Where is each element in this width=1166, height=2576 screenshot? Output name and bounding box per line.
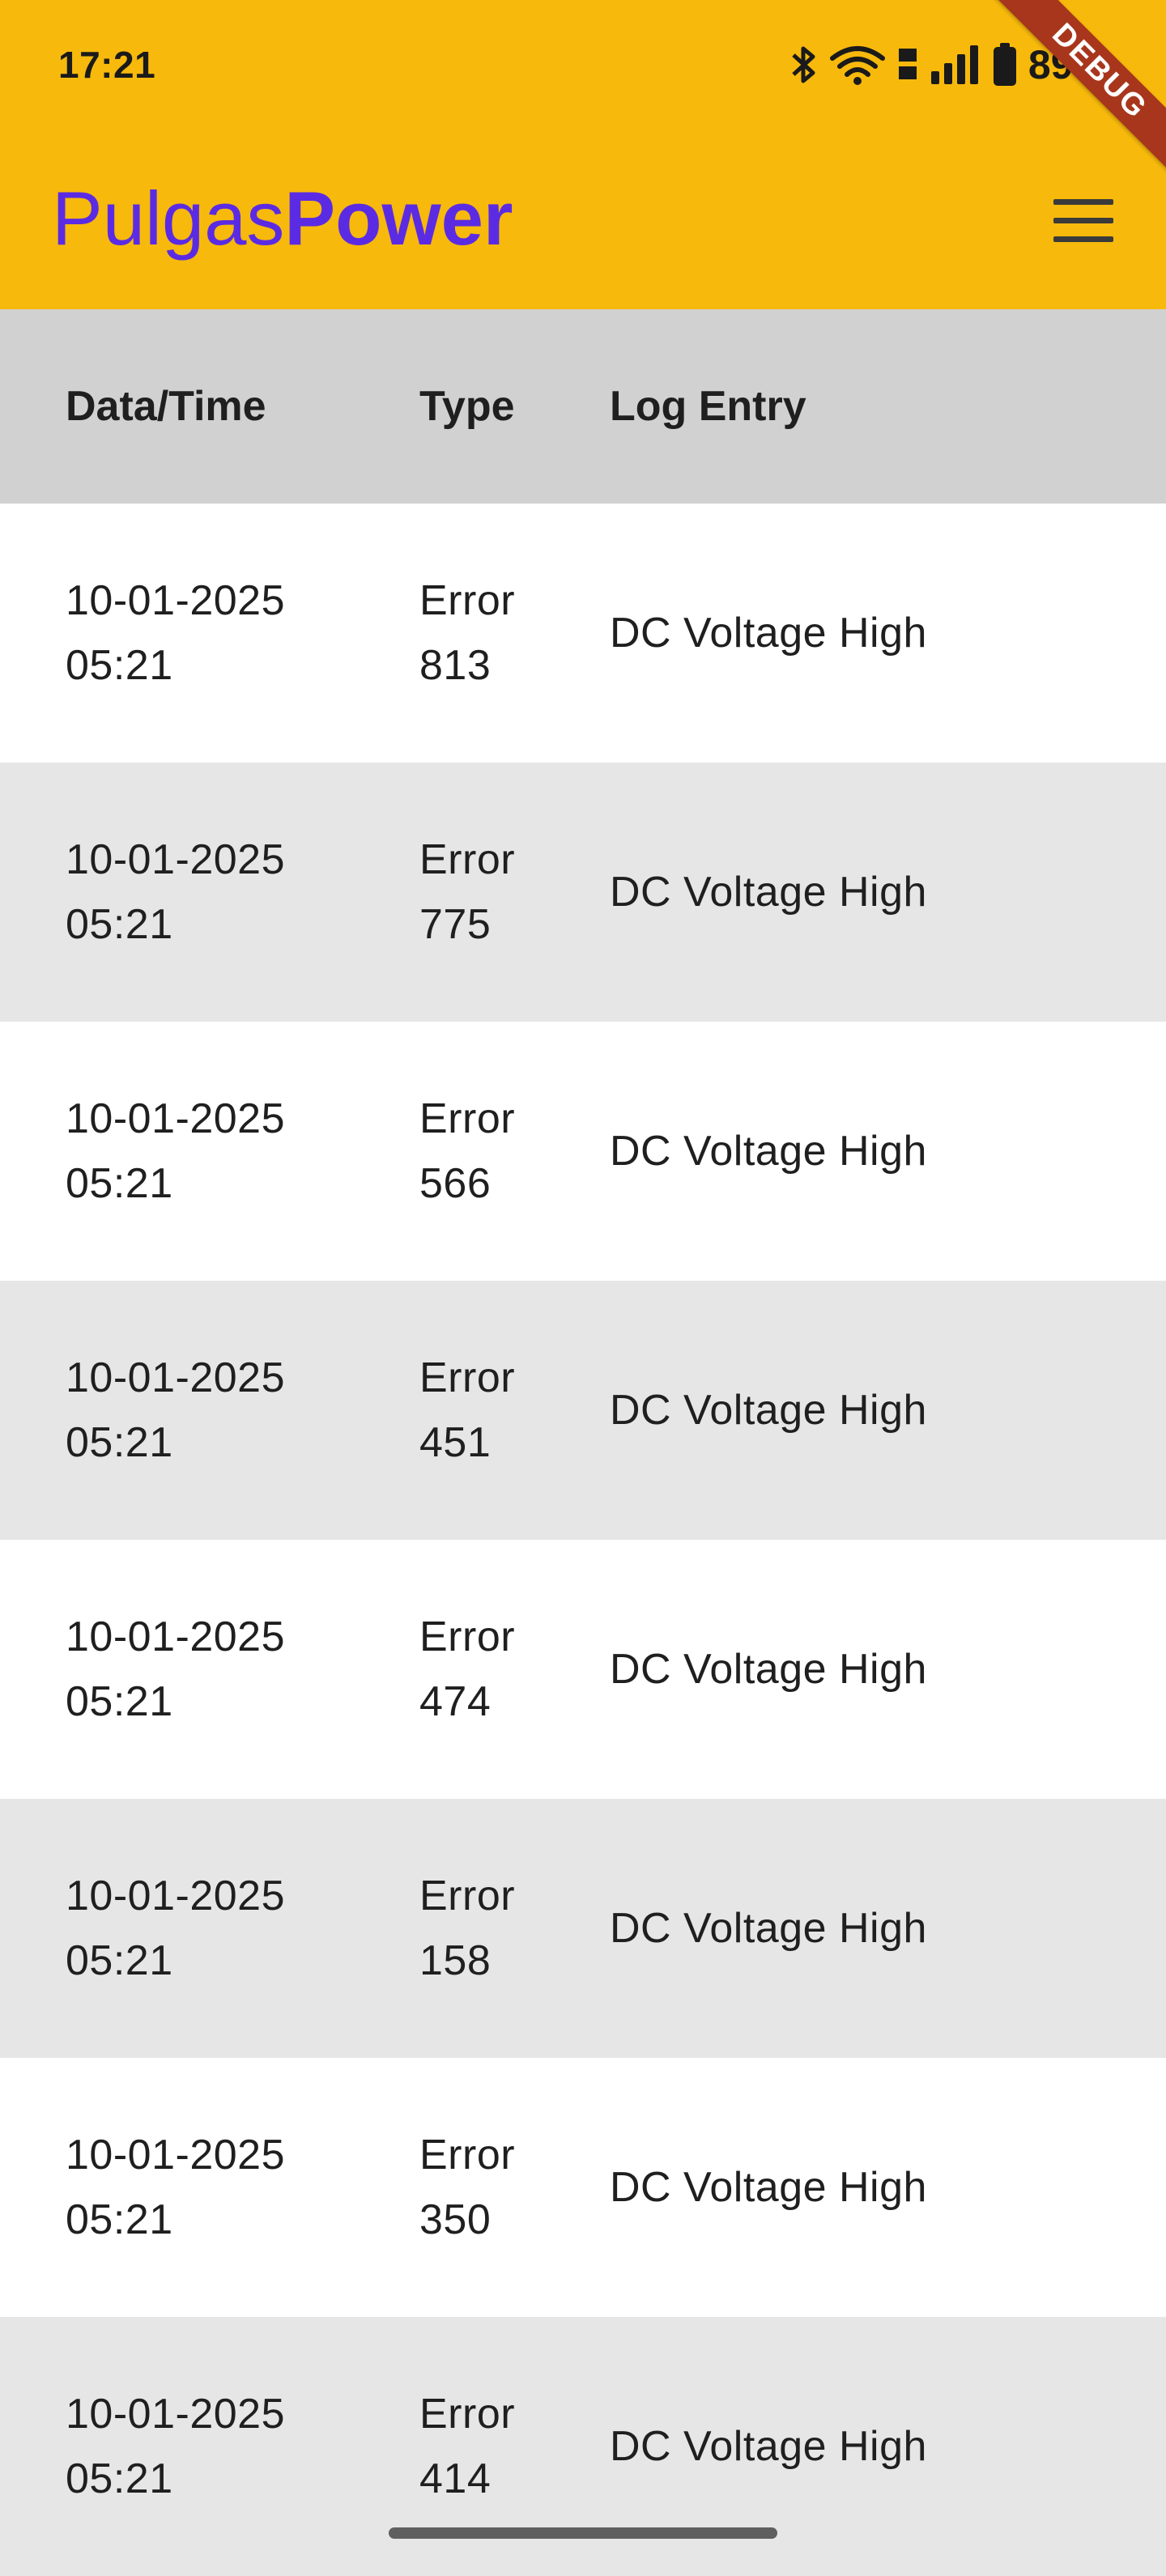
row-type-label: Error xyxy=(419,836,516,883)
row-error-code: 813 xyxy=(419,642,492,689)
row-error-code: 158 xyxy=(419,1937,492,1984)
row-type-label: Error xyxy=(419,577,516,624)
row-log-entry: DC Voltage High xyxy=(610,1387,927,1434)
table-row: 10-01-2025 05:21 Error 474 DC Voltage Hi… xyxy=(0,1540,1166,1799)
row-log-entry: DC Voltage High xyxy=(610,2164,927,2211)
row-date-time: 10-01-2025 05:21 xyxy=(66,1605,285,1734)
row-type-label: Error xyxy=(419,2132,516,2179)
row-type: Error 451 xyxy=(419,1345,515,1475)
row-date: 10-01-2025 xyxy=(66,1613,285,1660)
table-row: 10-01-2025 05:21 Error 813 DC Voltage Hi… xyxy=(0,504,1166,763)
row-date-time: 10-01-2025 05:21 xyxy=(66,1086,285,1216)
app-title-regular: Pulgas xyxy=(52,176,285,261)
row-date: 10-01-2025 xyxy=(66,836,285,883)
row-error-code: 775 xyxy=(419,901,492,948)
table-row: 10-01-2025 05:21 Error 350 DC Voltage Hi… xyxy=(0,2058,1166,2317)
row-type-label: Error xyxy=(419,1613,516,1660)
row-type: Error 350 xyxy=(419,2123,515,2252)
volte-icon xyxy=(897,44,918,86)
row-date: 10-01-2025 xyxy=(66,1095,285,1142)
row-error-code: 414 xyxy=(419,2455,492,2502)
row-time: 05:21 xyxy=(66,1678,173,1725)
row-log-entry: DC Voltage High xyxy=(610,869,927,916)
row-type: Error 775 xyxy=(419,827,515,957)
row-date-time: 10-01-2025 05:21 xyxy=(66,1864,285,1993)
header-log-entry: Log Entry xyxy=(610,383,806,430)
row-type-label: Error xyxy=(419,1872,516,1919)
app-title: PulgasPower xyxy=(52,172,513,266)
row-log-entry: DC Voltage High xyxy=(610,1646,927,1693)
row-time: 05:21 xyxy=(66,2455,173,2502)
row-date: 10-01-2025 xyxy=(66,2391,285,2438)
row-date: 10-01-2025 xyxy=(66,2132,285,2179)
row-date: 10-01-2025 xyxy=(66,1354,285,1401)
hamburger-menu-icon[interactable] xyxy=(1045,188,1122,253)
row-time: 05:21 xyxy=(66,2196,173,2243)
row-log-entry: DC Voltage High xyxy=(610,610,927,657)
row-time: 05:21 xyxy=(66,1937,173,1984)
row-type: Error 813 xyxy=(419,568,515,698)
row-time: 05:21 xyxy=(66,1419,173,1466)
row-date: 10-01-2025 xyxy=(66,1872,285,1919)
home-indicator[interactable] xyxy=(389,2527,777,2539)
table-row: 10-01-2025 05:21 Error 158 DC Voltage Hi… xyxy=(0,1799,1166,2058)
row-type: Error 566 xyxy=(419,1086,515,1216)
row-type-label: Error xyxy=(419,1095,516,1142)
header-date-time: Data/Time xyxy=(66,383,266,430)
status-time: 17:21 xyxy=(58,44,156,86)
row-date-time: 10-01-2025 05:21 xyxy=(66,1345,285,1475)
row-error-code: 350 xyxy=(419,2196,492,2243)
log-table-body: 10-01-2025 05:21 Error 813 DC Voltage Hi… xyxy=(0,504,1166,2576)
row-date-time: 10-01-2025 05:21 xyxy=(66,568,285,698)
row-log-entry: DC Voltage High xyxy=(610,2423,927,2470)
row-time: 05:21 xyxy=(66,1160,173,1207)
row-date: 10-01-2025 xyxy=(66,577,285,624)
row-error-code: 451 xyxy=(419,1419,492,1466)
row-date-time: 10-01-2025 05:21 xyxy=(66,2382,285,2511)
row-time: 05:21 xyxy=(66,642,173,689)
debug-banner-label: DEBUG xyxy=(976,0,1166,195)
row-type: Error 158 xyxy=(419,1864,515,1993)
debug-banner: DEBUG xyxy=(955,0,1166,210)
row-time: 05:21 xyxy=(66,901,173,948)
row-type: Error 414 xyxy=(419,2382,515,2511)
table-header: Data/Time Type Log Entry xyxy=(0,309,1166,504)
row-type: Error 474 xyxy=(419,1605,515,1734)
table-row: 10-01-2025 05:21 Error 451 DC Voltage Hi… xyxy=(0,1281,1166,1540)
table-row: 10-01-2025 05:21 Error 775 DC Voltage Hi… xyxy=(0,763,1166,1022)
table-row: 10-01-2025 05:21 Error 566 DC Voltage Hi… xyxy=(0,1022,1166,1281)
row-log-entry: DC Voltage High xyxy=(610,1905,927,1952)
header-type: Type xyxy=(419,383,515,430)
row-date-time: 10-01-2025 05:21 xyxy=(66,2123,285,2252)
app-bar: 17:21 DEBUG PulgasPower xyxy=(0,0,1166,309)
wifi-icon xyxy=(829,44,886,86)
row-type-label: Error xyxy=(419,1354,516,1401)
row-log-entry: DC Voltage High xyxy=(610,1128,927,1175)
bluetooth-icon xyxy=(790,44,818,86)
row-error-code: 474 xyxy=(419,1678,492,1725)
row-error-code: 566 xyxy=(419,1160,492,1207)
row-date-time: 10-01-2025 05:21 xyxy=(66,827,285,957)
row-type-label: Error xyxy=(419,2391,516,2438)
app-title-bold: Power xyxy=(284,176,513,261)
